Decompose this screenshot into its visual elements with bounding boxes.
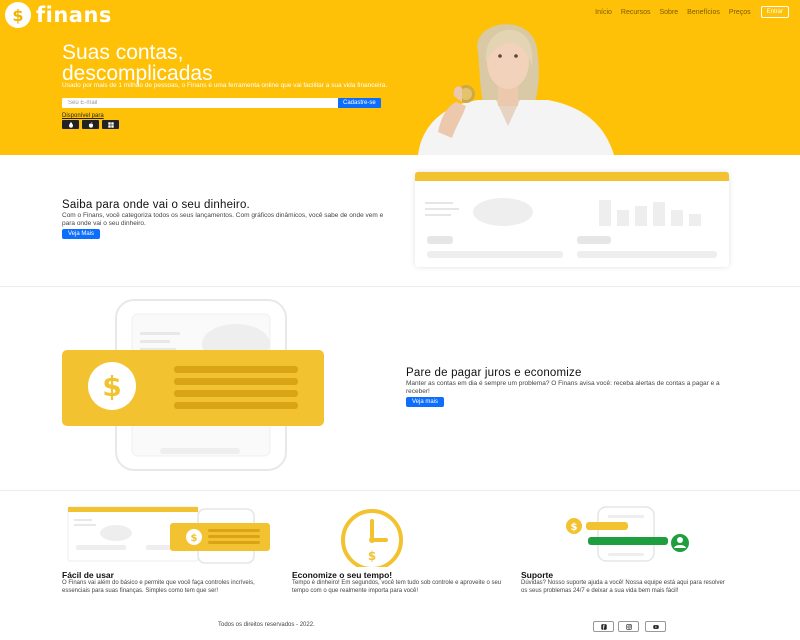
apple-icon bbox=[88, 121, 93, 128]
email-input[interactable] bbox=[62, 98, 338, 108]
linux-button[interactable] bbox=[62, 120, 79, 129]
money-section-title: Saiba para onde vai o seu dinheiro. bbox=[62, 199, 250, 211]
dashboard-illustration bbox=[415, 172, 729, 267]
interest-see-more-button[interactable]: Veja mais bbox=[406, 397, 445, 407]
feature-time-text: Tempo é dinheiro! Em segundos, você tem … bbox=[292, 580, 502, 594]
copyright-text: Todos os direitos reservados - 2022. bbox=[218, 622, 315, 628]
hero-section: $ finans Início Recursos Sobre Benefício… bbox=[0, 0, 800, 155]
hero-subtitle: Usado por mais de 1 milhão de pessoas, o… bbox=[62, 82, 388, 89]
feature-support-text: Dúvidas? Nosso suporte ajuda a você! Nos… bbox=[521, 580, 725, 594]
clock-illustration: $ bbox=[341, 509, 403, 567]
brand-logo[interactable]: $ finans bbox=[5, 2, 112, 28]
youtube-link[interactable] bbox=[645, 621, 666, 632]
svg-text:$: $ bbox=[102, 370, 121, 403]
enter-button[interactable]: Entrar bbox=[760, 6, 789, 18]
section-divider bbox=[0, 286, 800, 287]
windows-button[interactable] bbox=[102, 120, 119, 129]
feature-easy-text: O Finans vai além do básico e permite qu… bbox=[62, 580, 255, 594]
interest-section-text: Manter as contas em dia é sempre um prob… bbox=[406, 380, 720, 395]
support-illustration: $ bbox=[566, 506, 689, 562]
interest-section-title: Pare de pagar juros e economize bbox=[406, 367, 582, 379]
available-label: Disponível para bbox=[62, 113, 104, 119]
signup-button[interactable]: Cadastre-se bbox=[338, 98, 381, 108]
hero-title-line1: Suas contas, bbox=[62, 41, 184, 64]
hero-title-line2: descomplicadas bbox=[62, 62, 213, 85]
instagram-link[interactable] bbox=[618, 621, 639, 632]
dashboard-mockup bbox=[415, 172, 729, 258]
money-section-text: Com o Finans, você categoriza todos os s… bbox=[62, 212, 384, 227]
platform-buttons bbox=[62, 120, 119, 129]
hero-person-illustration bbox=[418, 24, 614, 155]
nav-item-precos[interactable]: Preços bbox=[729, 9, 751, 16]
facebook-link[interactable] bbox=[593, 621, 614, 632]
feature-time-title: Economize o seu tempo! bbox=[292, 570, 393, 580]
nav-item-inicio[interactable]: Início bbox=[595, 9, 612, 16]
nav-item-recursos[interactable]: Recursos bbox=[621, 9, 651, 16]
easy-use-illustration: $ bbox=[67, 506, 270, 564]
svg-text:$: $ bbox=[368, 549, 376, 563]
hero-title: Suas contas, descomplicadas bbox=[62, 42, 213, 84]
instagram-icon bbox=[625, 623, 632, 630]
feature-easy-title: Fácil de usar bbox=[62, 570, 114, 580]
brand-name: finans bbox=[36, 3, 112, 27]
facebook-icon bbox=[600, 623, 607, 630]
svg-text:$: $ bbox=[571, 522, 578, 533]
linux-icon bbox=[68, 121, 73, 128]
youtube-icon bbox=[652, 624, 659, 629]
svg-text:$: $ bbox=[191, 533, 198, 544]
money-see-more-button[interactable]: Veja Mais bbox=[62, 229, 101, 239]
dollar-coin-icon: $ bbox=[5, 2, 31, 28]
nav-item-sobre[interactable]: Sobre bbox=[659, 9, 678, 16]
nav-item-beneficios[interactable]: Benefícios bbox=[687, 9, 720, 16]
section-divider bbox=[0, 490, 800, 491]
windows-icon bbox=[107, 121, 114, 128]
feature-support-title: Suporte bbox=[521, 570, 554, 580]
phone-bill-illustration: $ bbox=[62, 299, 324, 471]
top-nav: Início Recursos Sobre Benefícios Preços … bbox=[586, 6, 789, 18]
signup-form: Cadastre-se bbox=[62, 98, 381, 108]
apple-button[interactable] bbox=[82, 120, 99, 129]
